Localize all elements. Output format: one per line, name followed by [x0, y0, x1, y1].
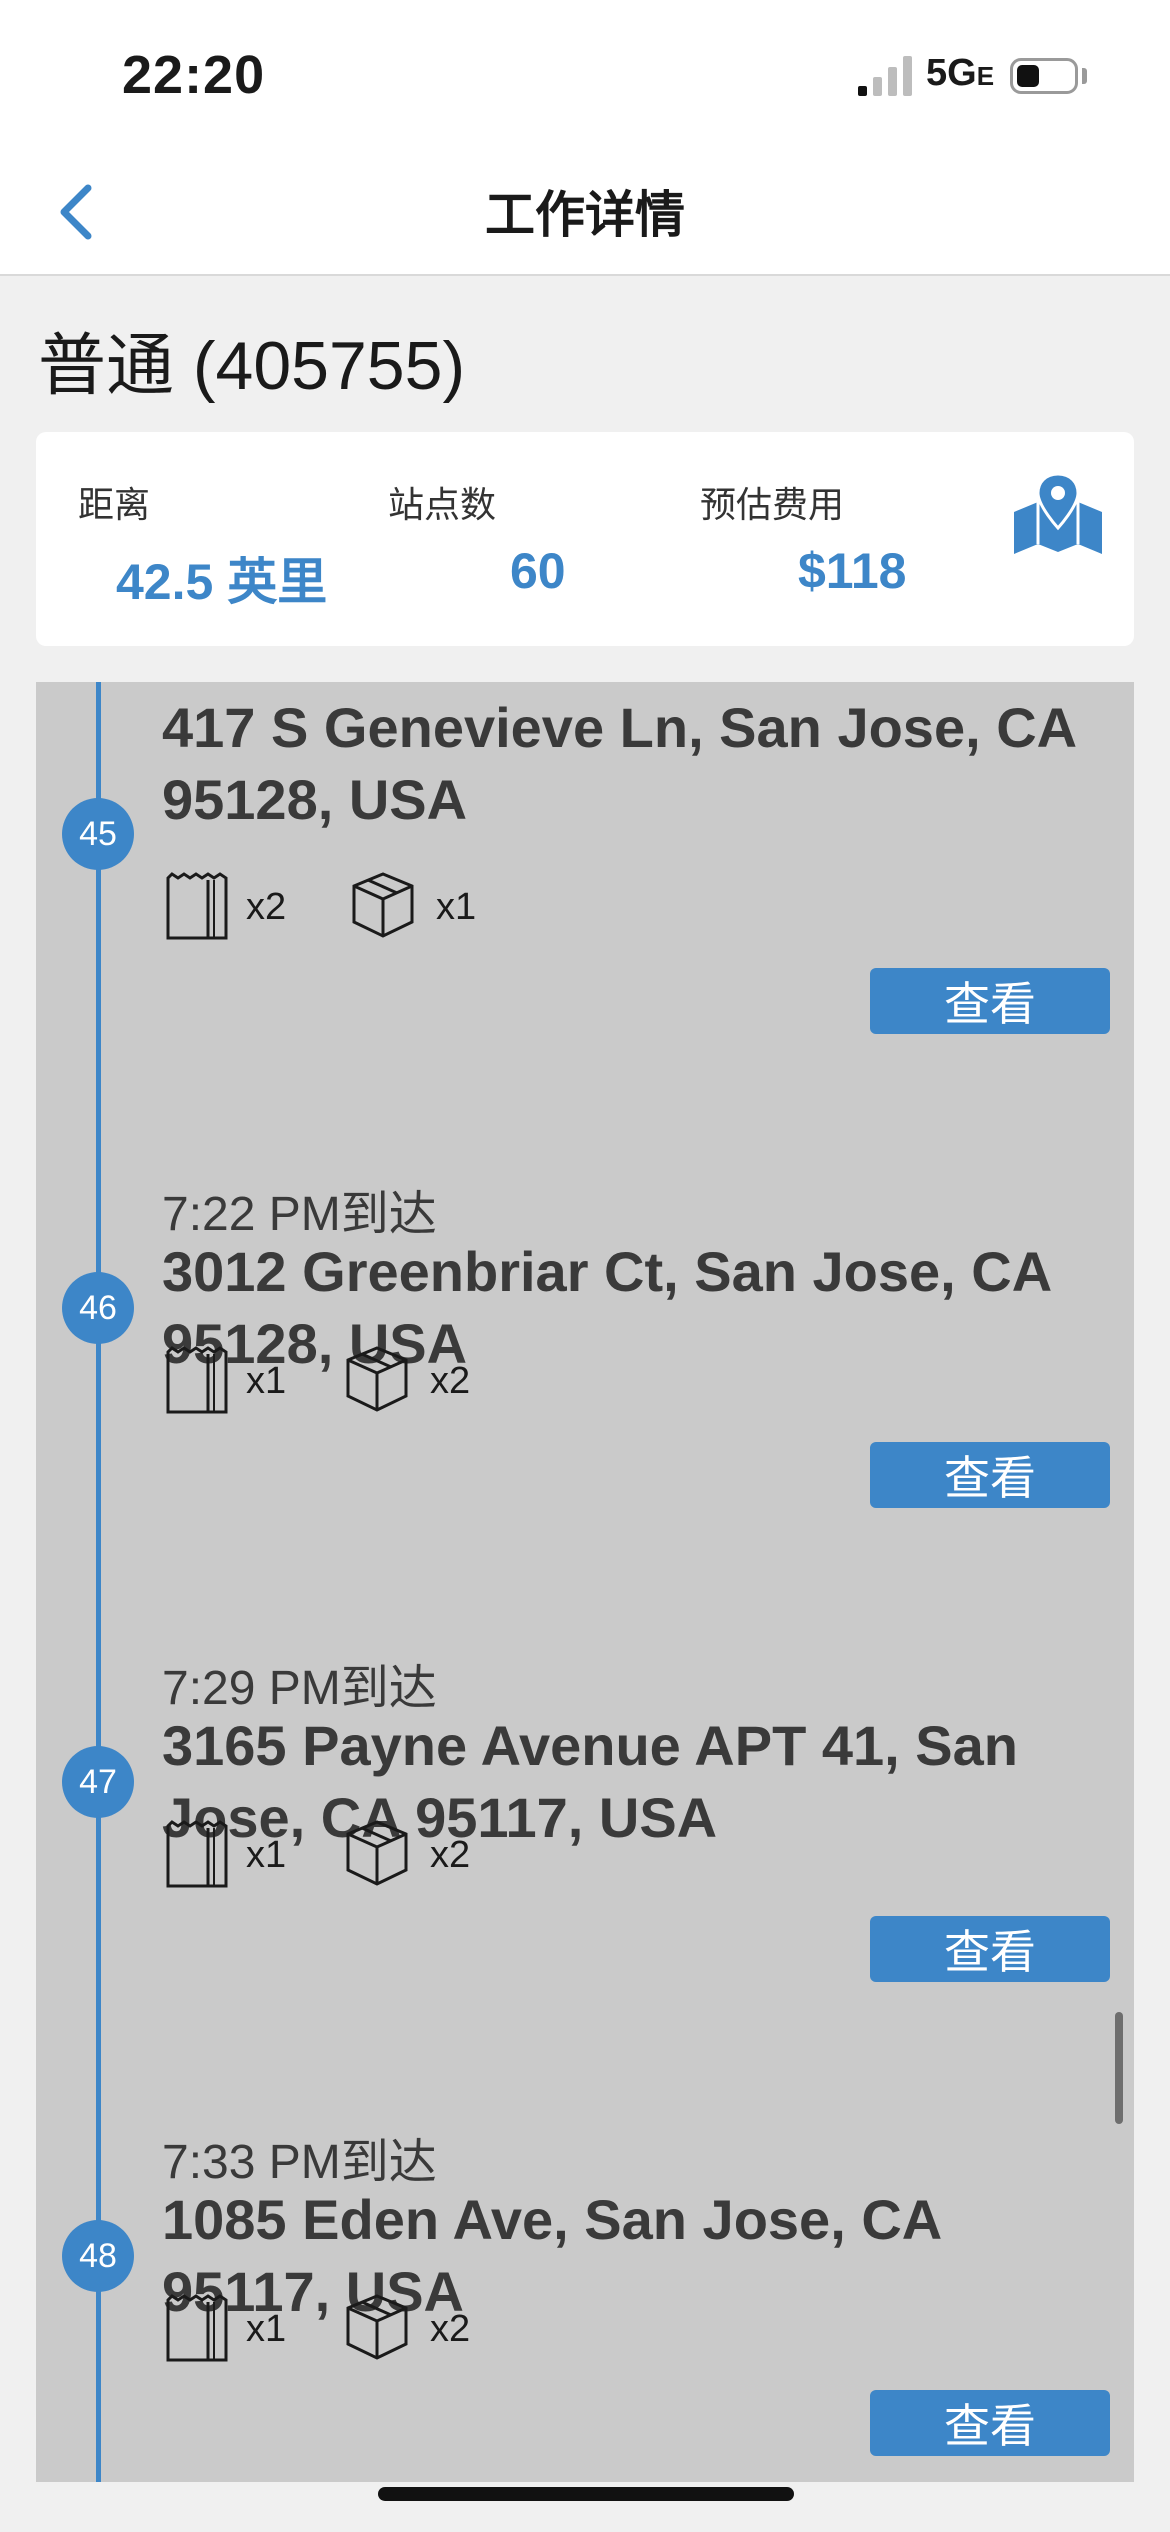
bag-quantity: x2: [246, 886, 287, 928]
address-line: 95117, USA: [162, 2260, 464, 2323]
view-button[interactable]: 查看: [870, 1916, 1110, 1982]
stop-eta: 7:22 PM到达: [162, 1188, 437, 1241]
stop-address: 1085 Eden Ave, San Jose, CA 95117, USA: [162, 2184, 1122, 2328]
view-button[interactable]: 查看: [870, 2390, 1110, 2456]
stop-item: 45 417 S Genevieve Ln, San Jose, CA 9512…: [36, 682, 1134, 1156]
home-indicator[interactable]: [378, 2487, 794, 2501]
bag-icon: [166, 1346, 228, 1414]
battery-icon: [1010, 58, 1078, 94]
stops-label: 站点数: [388, 484, 497, 525]
network-label: 5G: [926, 52, 977, 94]
address-line: 3165 Payne Avenue APT 41, San: [162, 1714, 1018, 1777]
stops-value: 60: [510, 543, 566, 599]
nav-bar: 工作详情: [0, 150, 1170, 276]
stop-address: 3012 Greenbriar Ct, San Jose, CA 95128, …: [162, 1236, 1122, 1380]
bag-quantity: x1: [246, 1834, 287, 1876]
box-icon: [352, 872, 414, 938]
job-title: 普通 (405755): [38, 328, 466, 404]
cost-value: $118: [798, 543, 907, 599]
stop-item: 7:29 PM到达 47 3165 Payne Avenue APT 41, S…: [36, 1630, 1134, 2104]
summary-card: 距离 42.5 英里 站点数 60 预估费用 $118: [36, 432, 1134, 646]
box-icon: [346, 2294, 408, 2360]
map-button[interactable]: [1008, 472, 1108, 562]
address-line: 95128, USA: [162, 768, 468, 831]
stop-eta: 7:33 PM到达: [162, 2136, 437, 2189]
battery-tip: [1082, 68, 1087, 84]
box-icon: [346, 1346, 408, 1412]
stop-item: 7:33 PM到达 48 1085 Eden Ave, San Jose, CA…: [36, 2104, 1134, 2482]
map-pin-icon: [1014, 472, 1102, 554]
signal-icon: [858, 56, 912, 96]
address-line: 95128, USA: [162, 1312, 468, 1375]
stop-number-badge: 46: [62, 1272, 134, 1344]
address-line: 417 S Genevieve Ln, San Jose, CA: [162, 696, 1078, 759]
status-time: 22:20: [122, 45, 266, 105]
battery-level: [1017, 65, 1039, 87]
stop-number-badge: 45: [62, 798, 134, 870]
view-button[interactable]: 查看: [870, 968, 1110, 1034]
distance-label: 距离: [78, 484, 151, 525]
page-title: 工作详情: [485, 187, 685, 243]
stop-eta: 7:29 PM到达: [162, 1662, 437, 1715]
bag-quantity: x1: [246, 2308, 287, 2350]
stop-number-badge: 47: [62, 1746, 134, 1818]
stop-address: 3165 Payne Avenue APT 41, San Jose, CA 9…: [162, 1710, 1122, 1854]
address-line: Jose, CA 95117, USA: [162, 1786, 718, 1849]
box-quantity: x2: [430, 1360, 471, 1402]
scrollbar[interactable]: [1115, 2012, 1123, 2124]
bag-icon: [166, 872, 228, 940]
box-icon: [346, 1820, 408, 1886]
box-quantity: x2: [430, 1834, 471, 1876]
stop-address: 417 S Genevieve Ln, San Jose, CA 95128, …: [162, 692, 1122, 836]
bag-icon: [166, 2294, 228, 2362]
cost-label: 预估费用: [700, 484, 845, 525]
network-suffix: E: [976, 61, 995, 91]
network-indicator: 5GE: [926, 52, 994, 95]
view-button[interactable]: 查看: [870, 1442, 1110, 1508]
status-bar: 22:20 5GE: [0, 0, 1170, 150]
box-quantity: x2: [430, 2308, 471, 2350]
stop-item: 7:22 PM到达 46 3012 Greenbriar Ct, San Jos…: [36, 1156, 1134, 1630]
stop-list[interactable]: 45 417 S Genevieve Ln, San Jose, CA 9512…: [36, 682, 1134, 2482]
address-line: 3012 Greenbriar Ct, San Jose, CA: [162, 1240, 1053, 1303]
distance-value: 42.5 英里: [116, 554, 328, 610]
address-line: 1085 Eden Ave, San Jose, CA: [162, 2188, 943, 2251]
bag-icon: [166, 1820, 228, 1888]
stop-number-badge: 48: [62, 2220, 134, 2292]
bag-quantity: x1: [246, 1360, 287, 1402]
box-quantity: x1: [436, 886, 477, 928]
